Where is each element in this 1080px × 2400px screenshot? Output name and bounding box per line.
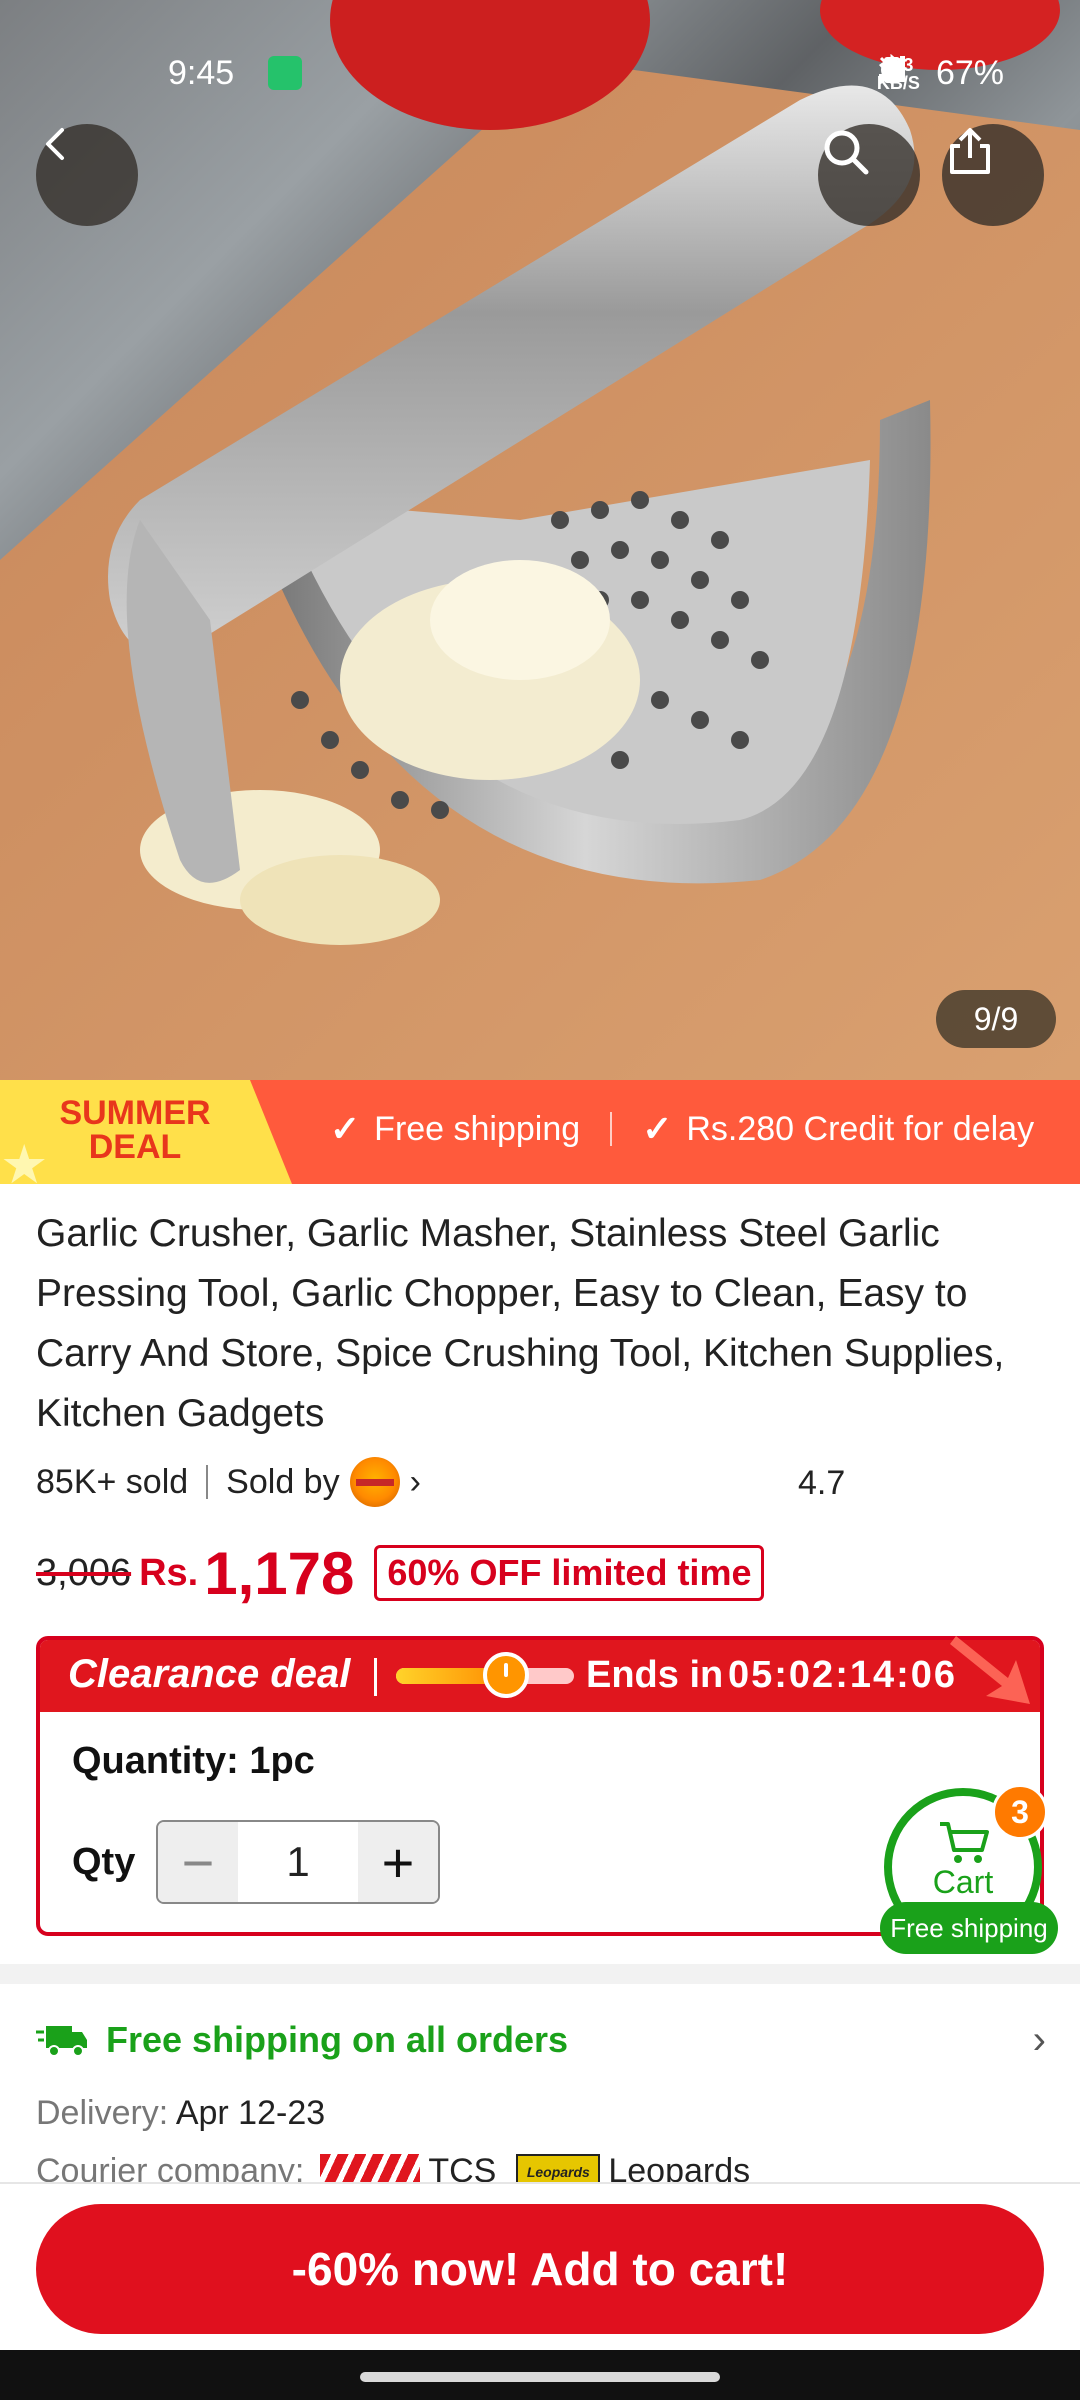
delivery-info: Delivery: Apr 12-23 — [36, 2094, 325, 2133]
sold-count: 85K+ sold — [36, 1462, 189, 1501]
battery-saver-icon — [268, 56, 302, 90]
cart-label: Cart — [932, 1864, 994, 1900]
add-to-cart-button[interactable]: -60% now! Add to cart! — [36, 2204, 1044, 2334]
product-page: 9:45 233KB/S 67% 9/9 — [0, 0, 1080, 2400]
free-shipping-headline: Free shipping on all orders — [106, 2019, 569, 2060]
battery-percent: 67% — [935, 54, 1004, 92]
truck-icon — [36, 2026, 87, 2057]
promo-credit: Rs.280 Credit for delay — [686, 1109, 1035, 1148]
promo-benefits: ✓ Free shipping ✓ Rs.280 Credit for dela… — [330, 1108, 1034, 1150]
product-meta: 85K+ sold Sold by › 4.7 — [36, 1456, 1046, 1508]
clock-icon — [483, 1652, 530, 1698]
status-time: 9:45 — [168, 54, 235, 92]
decrement-button[interactable]: − — [158, 1822, 238, 1902]
original-price: 3,006 — [36, 1551, 132, 1594]
shipping-row[interactable]: Free shipping on all orders › — [36, 2010, 1046, 2070]
system-nav-bar — [0, 2350, 1080, 2400]
quantity-label: Quantity: 1pc — [72, 1740, 315, 1782]
star-icon: ★ — [0, 1135, 49, 1184]
price-row: 3,006 Rs. 1,178 60% OFF limited time — [36, 1539, 765, 1607]
clearance-progress — [396, 1652, 574, 1698]
delivery-key: Delivery: — [36, 2094, 169, 2132]
floating-cart-button[interactable]: Cart 3 Free shipping — [880, 1784, 1058, 1954]
rating-value: 4.7 — [798, 1464, 846, 1502]
promo-divider — [610, 1112, 613, 1146]
bottom-action-bar: -60% now! Add to cart! — [0, 2182, 1080, 2350]
sale-price: 1,178 — [204, 1539, 355, 1607]
promo-strip: SUMMER DEAL ★ ✓ Free shipping ✓ Rs.280 C… — [0, 1080, 1080, 1184]
product-image[interactable]: 9:45 233KB/S 67% 9/9 — [0, 0, 1080, 1080]
home-gesture-handle[interactable] — [360, 2372, 720, 2382]
chevron-right-icon[interactable]: › — [410, 1463, 421, 1502]
arrow-decoration-icon — [950, 1636, 1030, 1704]
back-icon — [46, 128, 64, 160]
increment-button[interactable]: + — [358, 1822, 438, 1902]
back-button[interactable] — [36, 124, 138, 226]
promo-free-shipping: Free shipping — [374, 1109, 581, 1148]
quantity-stepper[interactable]: − 1 + — [156, 1820, 440, 1904]
summer-deal-label: SUMMER DEAL — [59, 1094, 211, 1166]
battery-icon — [883, 57, 900, 83]
cart-free-shipping-pill: Free shipping — [880, 1902, 1058, 1954]
section-gap — [0, 1964, 1080, 1984]
check-icon: ✓ — [642, 1108, 673, 1149]
delivery-value: Apr 12-23 — [175, 2094, 326, 2132]
status-icons: 233KB/S 67% — [877, 54, 1004, 93]
discount-badge: 60% OFF limited time — [374, 1545, 765, 1601]
check-icon: ✓ — [330, 1108, 361, 1149]
cart-count-badge: 3 — [992, 1784, 1048, 1840]
clearance-title: Clearance deal — [68, 1652, 351, 1696]
search-button[interactable] — [818, 124, 920, 226]
sold-by-label[interactable]: Sold by — [226, 1463, 339, 1502]
clearance-header: Clearance deal Ends in 05:02:14:06 — [40, 1640, 1040, 1712]
countdown-timer: 05:02:14:06 — [728, 1654, 958, 1696]
quantity-row: Qty − 1 + — [72, 1820, 440, 1904]
share-icon — [950, 128, 990, 174]
share-button[interactable] — [942, 124, 1044, 226]
ends-in-label: Ends in — [586, 1654, 724, 1696]
clearance-divider — [374, 1658, 377, 1696]
qty-label: Qty — [72, 1840, 136, 1883]
seller-logo[interactable] — [349, 1457, 400, 1507]
chevron-right-icon[interactable]: › — [1033, 2018, 1046, 2063]
search-icon — [824, 130, 869, 175]
status-bar: 9:45 233KB/S 67% — [0, 50, 1080, 100]
quantity-value[interactable]: 1 — [238, 1822, 358, 1902]
cart-icon — [940, 1822, 989, 1863]
product-title: Garlic Crusher, Garlic Masher, Stainless… — [36, 1212, 1005, 1435]
meta-divider — [206, 1465, 209, 1499]
image-counter: 9/9 — [936, 990, 1056, 1048]
currency: Rs. — [139, 1551, 199, 1594]
